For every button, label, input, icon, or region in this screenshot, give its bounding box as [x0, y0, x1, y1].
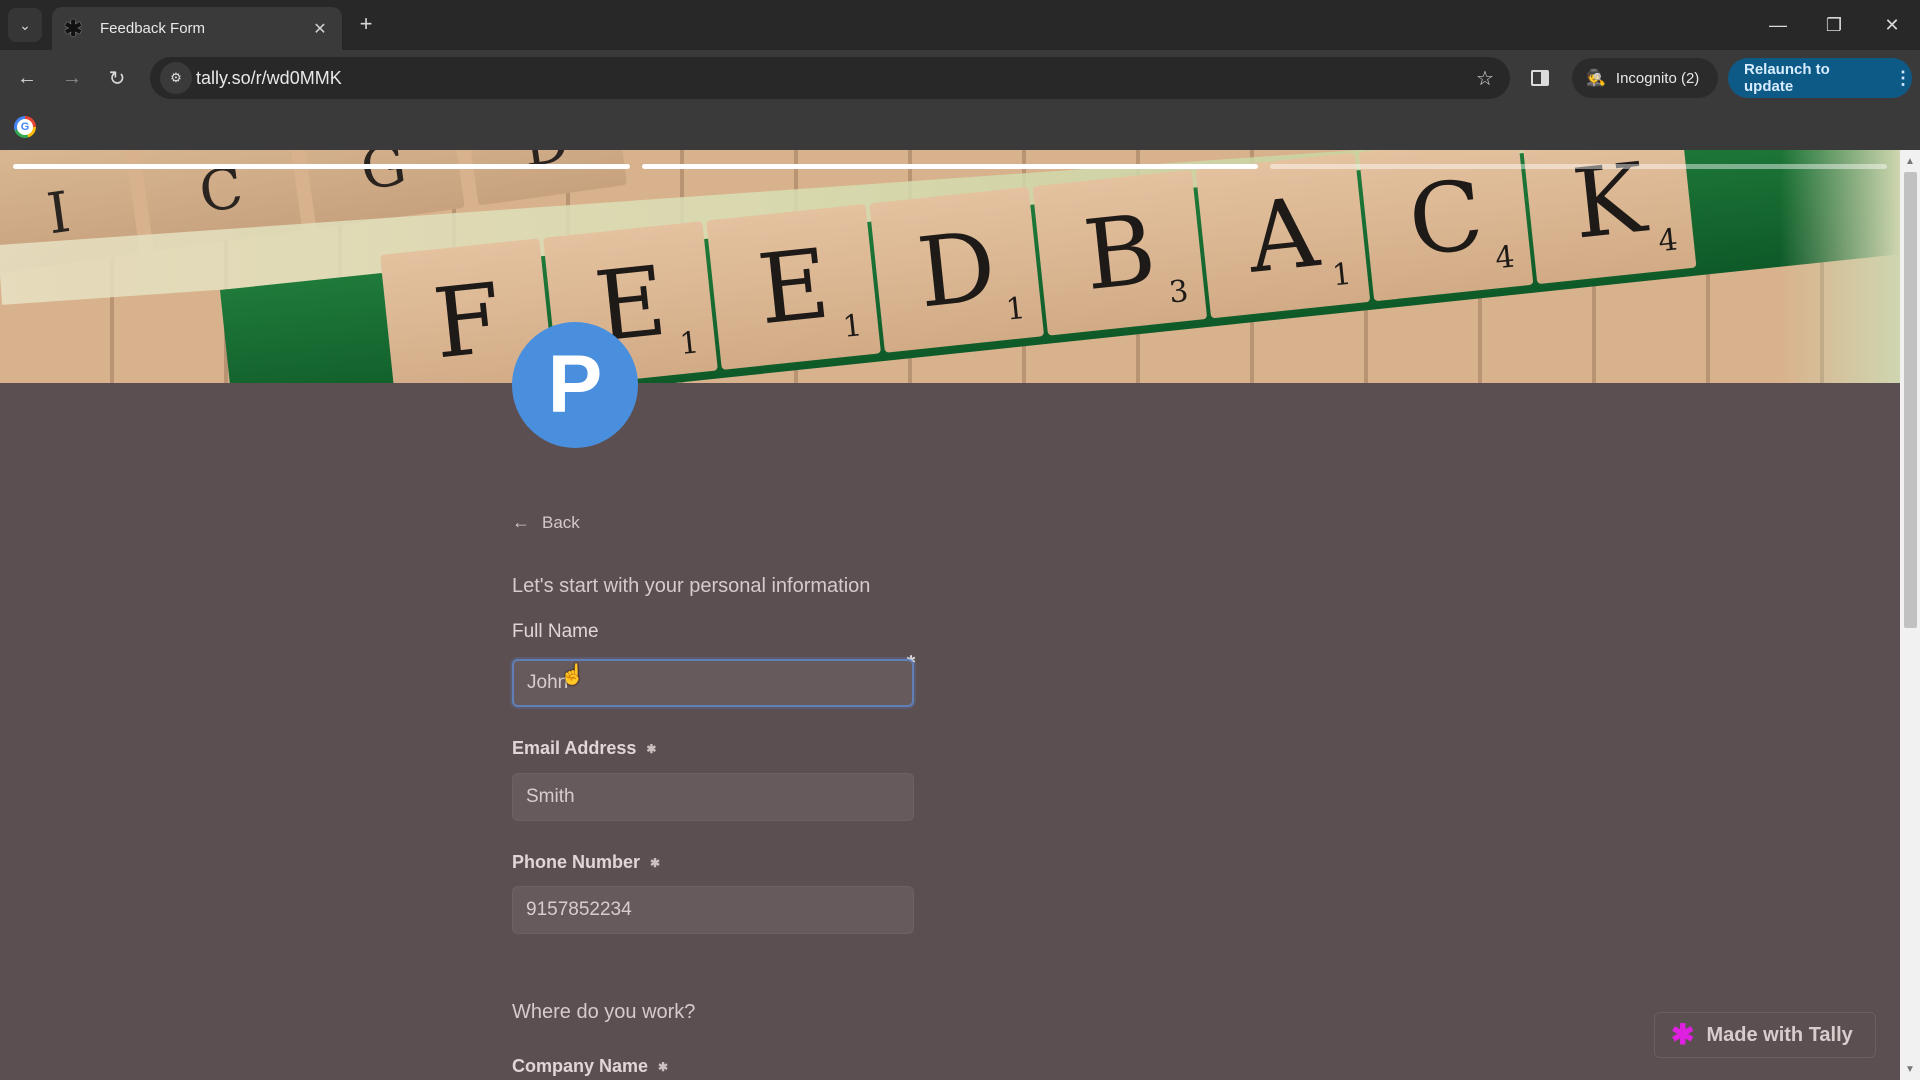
- new-tab-button[interactable]: +: [352, 10, 380, 38]
- mouse-cursor: ☝: [560, 664, 585, 686]
- email-address-input[interactable]: Smith: [512, 773, 914, 821]
- company-name-label: Company Name ✱: [512, 1056, 668, 1077]
- scrabble-tile: D: [461, 150, 628, 206]
- progress-segment: [641, 164, 1259, 169]
- cover-image: ICGD F4E1E1D1B3A1C4K4: [0, 150, 1900, 383]
- url-text[interactable]: tally.so/r/wd0MMK: [196, 68, 342, 89]
- bookmark-star-icon[interactable]: ☆: [1470, 63, 1500, 93]
- restore-button[interactable]: ❐: [1806, 0, 1862, 50]
- section2-heading: Where do you work?: [512, 1001, 696, 1023]
- tab-close-icon[interactable]: ✕: [310, 19, 330, 39]
- back-label: Back: [542, 512, 580, 532]
- scrabble-tile: E1: [706, 203, 882, 370]
- side-panel-icon: [1531, 70, 1549, 86]
- scrabble-tile: B3: [1032, 169, 1208, 336]
- scroll-down-icon[interactable]: ▼: [1900, 1060, 1920, 1078]
- incognito-icon: 🕵: [1586, 70, 1606, 87]
- more-vert-icon[interactable]: ⋮: [1894, 68, 1912, 89]
- incognito-label: Incognito (2): [1615, 69, 1700, 87]
- address-bar[interactable]: ⚙ tally.so/r/wd0MMK ☆: [150, 57, 1510, 99]
- tab-title: Feedback Form: [100, 20, 206, 37]
- section-heading: Let's start with your personal informati…: [512, 575, 871, 597]
- tab-search-button[interactable]: ⌄: [8, 8, 42, 42]
- required-asterisk-icon: ✱: [658, 1060, 669, 1075]
- form-logo-avatar: P: [512, 322, 638, 448]
- incognito-indicator[interactable]: 🕵 Incognito (2): [1572, 58, 1718, 98]
- email-address-label: Email Address ✱: [512, 738, 656, 759]
- page-content: ICGD F4E1E1D1B3A1C4K4 P ← Back Let's sta…: [0, 150, 1900, 1080]
- required-asterisk-icon: ✱: [650, 856, 661, 871]
- scroll-up-icon[interactable]: ▲: [1900, 152, 1920, 170]
- scrollbar-thumb[interactable]: [1904, 172, 1917, 628]
- banner-blur: [1780, 150, 1900, 383]
- tally-asterisk-icon: ✱: [64, 15, 83, 41]
- scrabble-tile: A1: [1195, 152, 1371, 319]
- relaunch-label: Relaunch to update: [1744, 61, 1830, 95]
- phone-number-label: Phone Number ✱: [512, 852, 660, 873]
- reload-icon: ↻: [108, 67, 126, 90]
- tab-feedback-form[interactable]: ✱ Feedback Form ✕: [52, 7, 342, 50]
- reload-button[interactable]: ↻: [101, 62, 133, 94]
- phone-label-text: Phone Number: [512, 852, 641, 872]
- close-window-button[interactable]: ✕: [1864, 0, 1920, 50]
- progress-segment: [1270, 164, 1887, 169]
- full-name-label: Full Name: [512, 621, 599, 642]
- made-with-tally-label: Made with Tally: [1706, 1023, 1853, 1046]
- progress-segment: [13, 164, 630, 169]
- scrabble-tile: D1: [869, 186, 1045, 353]
- scrabble-tile: C4: [1358, 150, 1534, 302]
- page-scrollbar[interactable]: ▲ ▼: [1900, 150, 1920, 1080]
- tally-star-icon: ✱: [1671, 1019, 1695, 1050]
- side-panel-button[interactable]: [1526, 64, 1554, 92]
- back-nav-button[interactable]: ←: [11, 62, 43, 94]
- arrow-right-icon: →: [62, 66, 82, 89]
- forward-nav-button[interactable]: →: [56, 62, 88, 94]
- minimize-button[interactable]: —: [1750, 0, 1806, 50]
- arrow-left-icon: ←: [17, 66, 37, 89]
- back-button[interactable]: ← Back: [512, 512, 580, 533]
- arrow-left-icon: ←: [512, 512, 530, 532]
- phone-number-input[interactable]: 9157852234: [512, 886, 914, 934]
- browser-toolbar: ← → ↻ ⚙ tally.so/r/wd0MMK ☆ 🕵 Incognito …: [0, 50, 1920, 106]
- company-label-text: Company Name: [512, 1056, 649, 1076]
- email-label-text: Email Address: [512, 738, 637, 758]
- bookmarks-bar: [0, 106, 1920, 150]
- site-info-icon[interactable]: ⚙: [160, 62, 192, 94]
- scrabble-tile: K4: [1521, 150, 1697, 285]
- chevron-down-icon: ⌄: [19, 16, 31, 33]
- required-asterisk-icon: ✱: [646, 742, 657, 757]
- google-icon[interactable]: [14, 116, 36, 138]
- tab-strip: ⌄ ✱ Feedback Form ✕ + — ❐ ✕: [0, 0, 1920, 50]
- made-with-tally-badge[interactable]: ✱ Made with Tally: [1654, 1012, 1876, 1058]
- relaunch-button[interactable]: Relaunch to update ⋮: [1728, 58, 1912, 98]
